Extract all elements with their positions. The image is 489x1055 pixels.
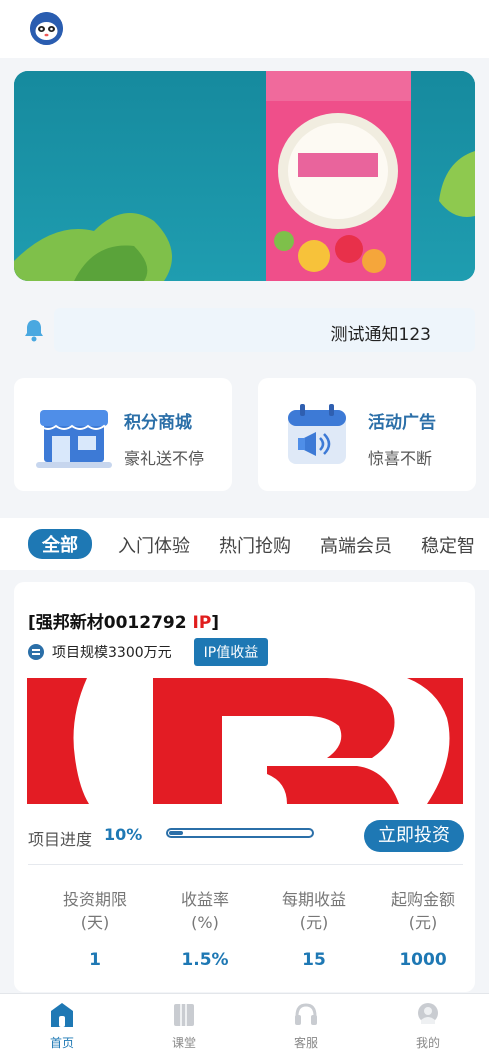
tab-hot-sale[interactable]: 热门抢购 bbox=[219, 532, 291, 558]
project-scale-row: 项目规模3300万元 IP值收益 bbox=[28, 638, 269, 666]
stat-min-amount-unit: (元) bbox=[408, 913, 438, 932]
nav-service-label: 客服 bbox=[293, 1036, 318, 1050]
tab-premium[interactable]: 高端会员 bbox=[320, 532, 392, 558]
stat-min-amount: 起购金额 (元) 1000 bbox=[368, 888, 475, 970]
progress-label: 项目进度 bbox=[28, 830, 93, 849]
divider bbox=[28, 864, 463, 865]
stat-term-value: 1 bbox=[89, 950, 101, 970]
promo-banner[interactable] bbox=[14, 71, 475, 281]
product-card[interactable]: [强邦新材0012792 IP] 项目规模3300万元 IP值收益 项目进度 1… bbox=[14, 582, 475, 992]
progress-fill bbox=[169, 831, 183, 835]
project-scale: 项目规模3300万元 bbox=[52, 645, 172, 661]
stat-term: 投资期限 (天) 1 bbox=[40, 888, 150, 970]
nav-home[interactable]: 首页 bbox=[12, 994, 112, 1055]
bell-icon bbox=[24, 318, 44, 342]
notice-bar[interactable]: 测试通知123 bbox=[14, 306, 475, 352]
stat-period-income: 每期收益 (元) 15 bbox=[259, 888, 369, 970]
stat-rate: 收益率 (%) 1.5% bbox=[150, 888, 260, 970]
ip-value-badge: IP值收益 bbox=[193, 638, 269, 666]
book-icon bbox=[172, 1002, 196, 1028]
nav-mine[interactable]: 我的 bbox=[378, 994, 478, 1055]
event-ads-card[interactable]: 活动广告 惊喜不断 bbox=[258, 378, 476, 491]
product-stats: 投资期限 (天) 1 收益率 (%) 1.5% 每期收益 (元) 15 起购金额… bbox=[26, 888, 463, 978]
category-tabs: 全部 入门体验 热门抢购 高端会员 稳定智 bbox=[0, 518, 489, 570]
stat-period-income-unit: (元) bbox=[299, 913, 329, 932]
product-name: [强邦新材0012792 bbox=[28, 613, 193, 633]
product-title: [强邦新材0012792 IP] bbox=[28, 608, 219, 633]
points-mall-subtitle: 豪礼送不停 bbox=[124, 449, 205, 468]
stat-term-label: 投资期限 bbox=[62, 890, 127, 909]
event-ads-title: 活动广告 bbox=[368, 413, 436, 433]
store-icon bbox=[36, 400, 112, 470]
stat-period-income-label: 每期收益 bbox=[281, 890, 346, 909]
top-bar bbox=[0, 0, 489, 58]
nav-mine-label: 我的 bbox=[415, 1036, 440, 1050]
stat-min-amount-value: 1000 bbox=[399, 950, 447, 970]
stat-rate-label: 收益率 bbox=[180, 890, 229, 909]
progress-value: 10% bbox=[104, 825, 143, 844]
nav-classroom-label: 课堂 bbox=[171, 1036, 196, 1050]
app-logo[interactable] bbox=[30, 12, 63, 45]
megaphone-calendar-icon bbox=[280, 400, 356, 470]
bottom-nav: 首页 课堂 客服 我的 bbox=[0, 993, 489, 1055]
product-tag: IP bbox=[192, 613, 212, 633]
stat-rate-unit: (%) bbox=[191, 913, 219, 932]
stat-rate-value: 1.5% bbox=[181, 950, 229, 970]
progress-row: 项目进度 10% 立即投资 bbox=[28, 820, 464, 854]
points-mall-title: 积分商城 bbox=[124, 413, 192, 433]
progress-bar bbox=[166, 828, 314, 838]
home-icon bbox=[50, 1002, 74, 1028]
nav-service[interactable]: 客服 bbox=[256, 994, 356, 1055]
tab-beginner[interactable]: 入门体验 bbox=[118, 532, 190, 558]
tab-stable[interactable]: 稳定智 bbox=[421, 532, 475, 558]
nav-home-label: 首页 bbox=[49, 1036, 74, 1050]
stat-min-amount-label: 起购金额 bbox=[390, 890, 455, 909]
event-ads-subtitle: 惊喜不断 bbox=[368, 449, 433, 468]
points-mall-card[interactable]: 积分商城 豪礼送不停 bbox=[14, 378, 232, 491]
headset-icon bbox=[294, 1002, 318, 1028]
user-icon bbox=[416, 1002, 440, 1028]
stat-period-income-value: 15 bbox=[302, 950, 326, 970]
nav-classroom[interactable]: 课堂 bbox=[134, 994, 234, 1055]
list-icon bbox=[28, 644, 44, 660]
stat-term-unit: (天) bbox=[80, 913, 110, 932]
invest-now-button[interactable]: 立即投资 bbox=[364, 820, 464, 852]
notice-text: 测试通知123 bbox=[330, 325, 431, 345]
product-title-end: ] bbox=[211, 613, 220, 633]
product-logo-image bbox=[27, 678, 463, 804]
tab-all[interactable]: 全部 bbox=[28, 529, 92, 559]
